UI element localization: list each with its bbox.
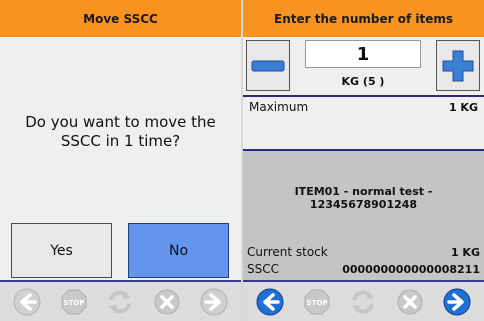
decrement-button[interactable] [246,40,290,91]
sscc-value: 000000000000008211 [342,263,480,276]
question-line-2: SSCC in 1 time? [60,132,181,150]
svg-text:STOP: STOP [306,299,327,307]
minus-icon [251,60,285,71]
move-title-bar: Move SSCC [0,0,241,37]
forward-arrow-icon [443,288,471,315]
refresh-button[interactable] [347,286,379,318]
stop-icon: STOP [61,289,87,314]
cancel-button[interactable] [394,286,426,318]
current-stock-value: 1 KG [450,246,480,259]
quantity-unit: KG (5 ) [341,75,385,88]
back-arrow-icon [13,288,41,315]
cancel-icon [154,289,180,314]
current-stock-row: Current stock 1 KG [247,245,480,261]
move-toolbar: STOP [0,280,241,321]
forward-button[interactable] [198,286,230,318]
back-arrow-icon [256,288,284,315]
move-question: Do you want to move the SSCC in 1 time? [0,113,241,151]
maximum-label: Maximum [249,100,309,114]
refresh-button[interactable] [104,286,136,318]
back-button[interactable] [11,286,43,318]
stop-button[interactable]: STOP [301,286,333,318]
move-title: Move SSCC [83,11,158,26]
forward-button[interactable] [441,286,473,318]
maximum-value: 1 KG [448,101,478,114]
refresh-icon [352,290,375,313]
item-info-area: ITEM01 - normal test - 12345678901248 Cu… [243,151,484,280]
current-stock-label: Current stock [247,245,328,259]
quantity-screen: Enter the number of items 1 KG (5 ) Maxi… [243,0,484,321]
quantity-entry-area: 1 KG (5 ) [243,37,484,95]
stop-button[interactable]: STOP [58,286,90,318]
move-sscc-screen: Move SSCC Do you want to move the SSCC i… [0,0,241,321]
back-button[interactable] [254,286,286,318]
plus-icon [442,50,474,81]
item-description: ITEM01 - normal test - 12345678901248 [294,185,433,211]
sscc-label: SSCC [247,262,279,276]
increment-button[interactable] [436,40,480,91]
stop-icon: STOP [304,289,330,314]
quantity-input[interactable]: 1 [305,40,421,68]
sscc-row: SSCC 000000000000008211 [247,262,480,278]
forward-arrow-icon [200,288,228,315]
quantity-title-bar: Enter the number of items [243,0,484,37]
refresh-icon [109,290,132,313]
cancel-icon [397,289,423,314]
question-line-1: Do you want to move the [25,113,216,131]
cancel-button[interactable] [151,286,183,318]
yes-button[interactable]: Yes [11,223,112,278]
maximum-row: Maximum 1 KG [243,97,484,149]
svg-text:STOP: STOP [63,299,84,307]
quantity-title: Enter the number of items [274,11,453,26]
quantity-toolbar: STOP [243,280,484,321]
no-button[interactable]: No [128,223,229,278]
